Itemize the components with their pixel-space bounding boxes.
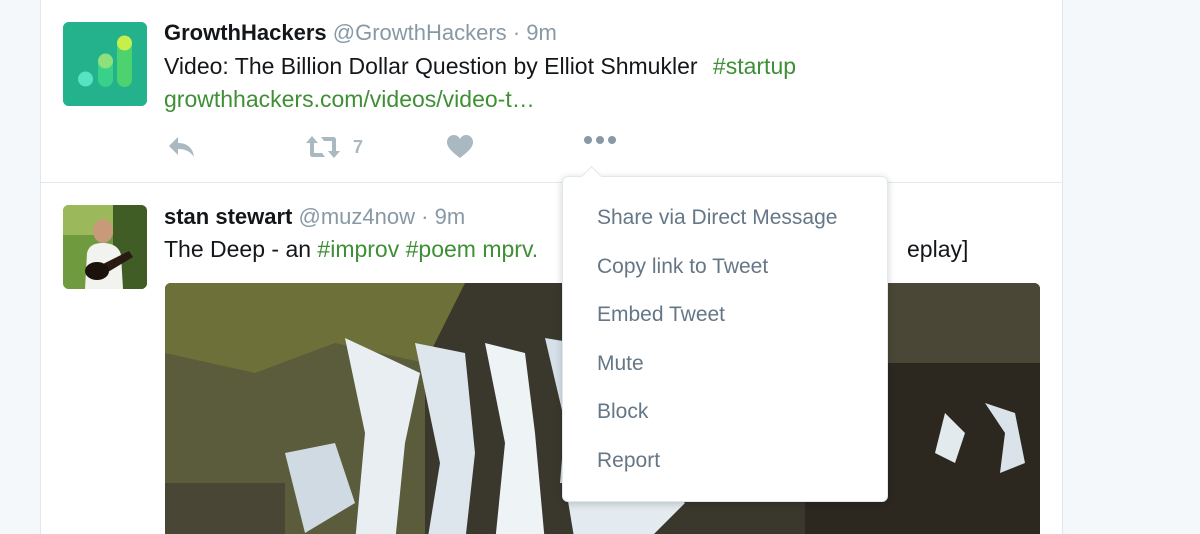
more-button[interactable] (582, 134, 618, 146)
menu-item-embed[interactable]: Embed Tweet (563, 296, 887, 345)
growthhackers-logo (63, 22, 147, 106)
menu-item-copy-link[interactable]: Copy link to Tweet (563, 248, 887, 297)
tweet-text-body: Video: The Billion Dollar Question by El… (164, 53, 698, 79)
tweet-text-body: The Deep - an (164, 236, 318, 262)
handle[interactable]: @GrowthHackers (333, 20, 507, 45)
user-photo (63, 205, 147, 289)
menu-item-report[interactable]: Report (563, 442, 887, 491)
menu-item-mute[interactable]: Mute (563, 345, 887, 394)
tweet-header: GrowthHackers @GrowthHackers · 9m (164, 20, 557, 46)
tweet-text: Video: The Billion Dollar Question by El… (164, 53, 796, 80)
separator: · (512, 20, 521, 45)
separator: · (421, 204, 429, 229)
menu-list: Share via Direct Message Copy link to Tw… (563, 199, 887, 491)
tweet-url[interactable]: mprv. (482, 236, 538, 262)
tweet[interactable]: GrowthHackers @GrowthHackers · 9m Video:… (41, 0, 1062, 183)
handle[interactable]: @muz4now (299, 204, 416, 229)
hashtag-link[interactable]: #poem (406, 236, 476, 262)
like-icon (447, 135, 473, 158)
tweet-text-tail: eplay] (907, 236, 969, 262)
avatar[interactable] (63, 205, 147, 289)
reply-button[interactable] (166, 134, 196, 160)
tweet[interactable]: stan stewart @muz4now · 9m The Deep - an… (41, 183, 1062, 534)
timestamp[interactable]: 9m (526, 20, 557, 45)
menu-item-block[interactable]: Block (563, 393, 887, 442)
menu-item-share-dm[interactable]: Share via Direct Message (563, 199, 887, 248)
fullname[interactable]: stan stewart (164, 204, 292, 229)
fullname[interactable]: GrowthHackers (164, 20, 327, 45)
tweet-header: stan stewart @muz4now · 9m (164, 204, 465, 230)
avatar[interactable] (63, 22, 147, 106)
timestamp[interactable]: 9m (435, 204, 466, 229)
hashtag-link[interactable]: #improv (317, 236, 399, 262)
tweet-text: The Deep - an #improv #poem mprv. eplay] (164, 236, 968, 263)
retweet-count: 7 (353, 136, 364, 157)
like-button[interactable] (446, 134, 474, 160)
timeline: GrowthHackers @GrowthHackers · 9m Video:… (40, 0, 1063, 534)
reply-icon (169, 137, 194, 157)
tweet-url[interactable]: growthhackers.com/videos/video-t… (164, 86, 535, 113)
retweet-button[interactable]: 7 (305, 134, 363, 160)
retweet-icon (306, 136, 340, 158)
tweet-more-menu: Share via Direct Message Copy link to Tw… (562, 176, 888, 502)
more-icon (584, 136, 616, 144)
hashtag-link[interactable]: #startup (713, 53, 796, 79)
